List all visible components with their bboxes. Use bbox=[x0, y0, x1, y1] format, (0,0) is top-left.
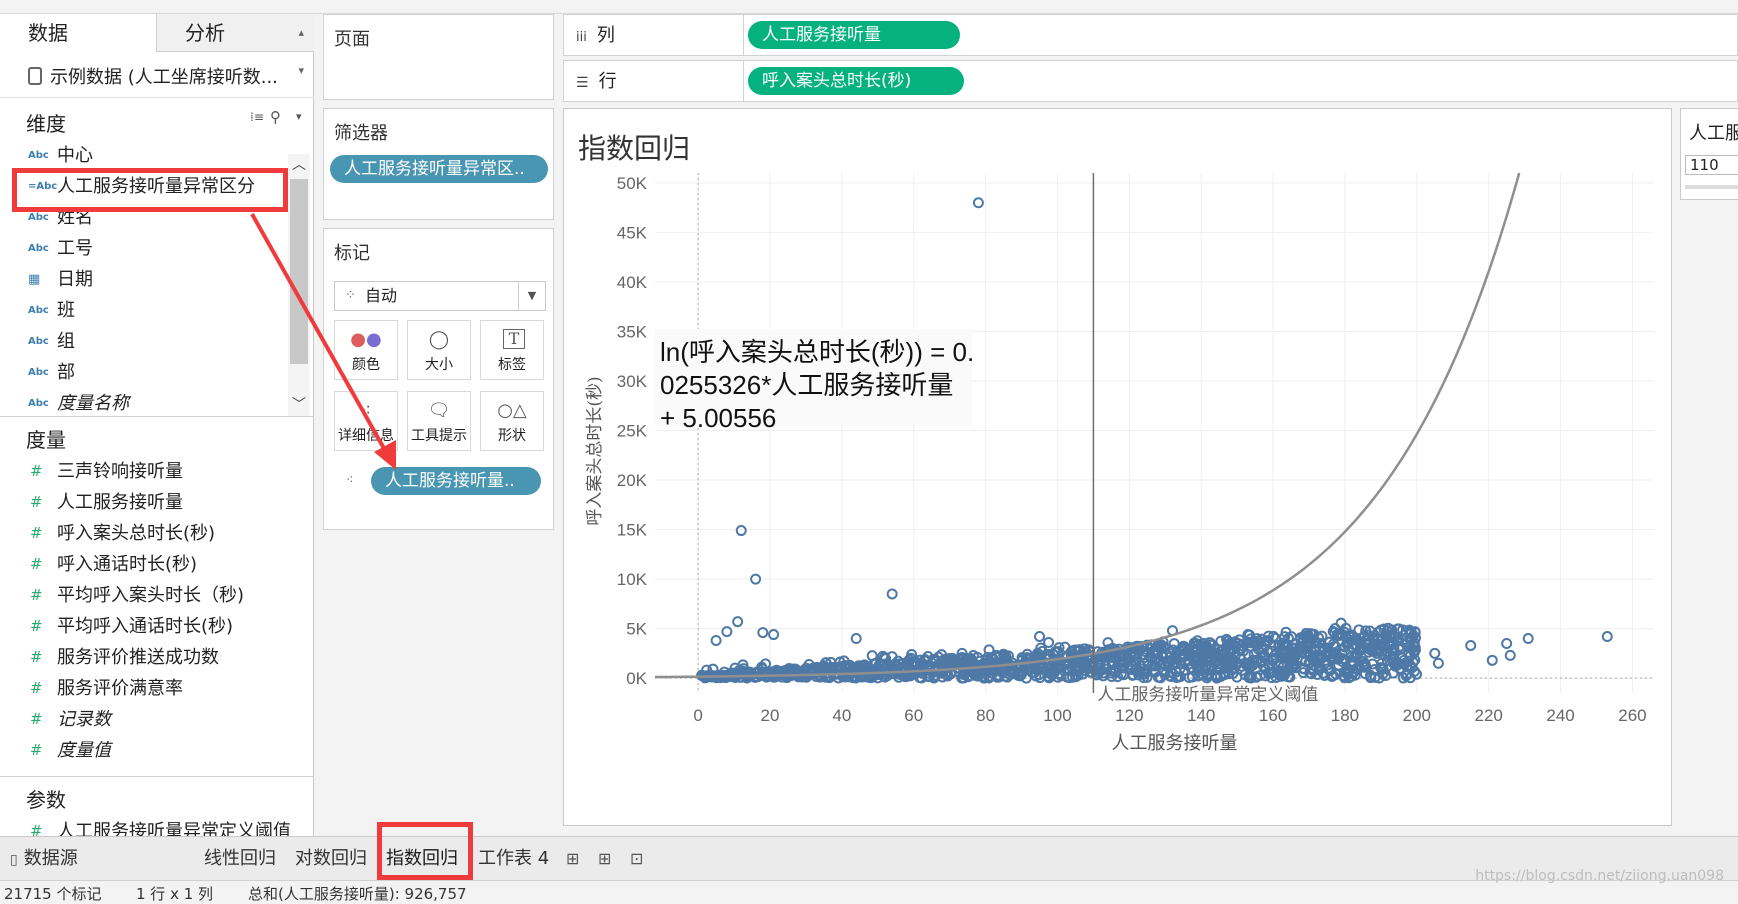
annotation-arrow-layer bbox=[250, 213, 396, 470]
annotation-arrowhead bbox=[374, 440, 396, 470]
annotation-arrow bbox=[250, 213, 388, 453]
